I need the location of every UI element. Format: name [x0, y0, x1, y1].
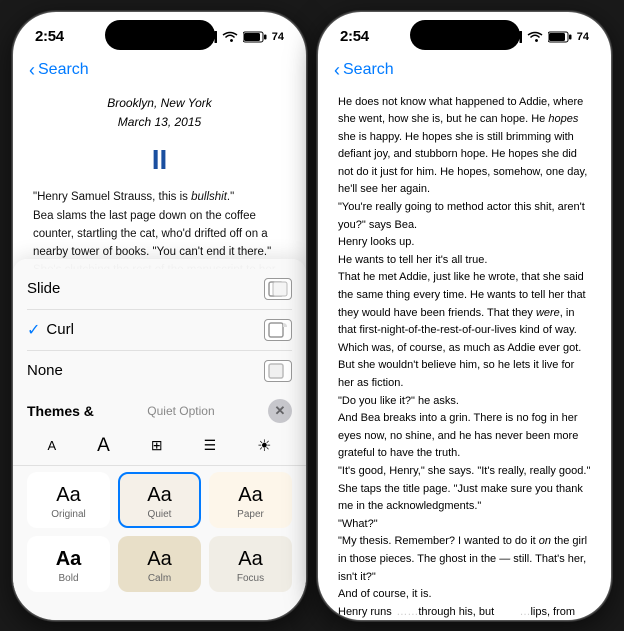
theme-original-name: Original	[51, 509, 85, 520]
right-para-10: "My thesis. Remember? I wanted to do it …	[338, 533, 591, 586]
quiet-options-label: Quiet Option	[147, 404, 214, 418]
theme-bold-button[interactable]: Aa Bold	[27, 536, 110, 592]
wifi-icon-right	[527, 31, 543, 43]
wifi-icon	[222, 31, 238, 43]
right-para-7: And Bea breaks into a grin. There is no …	[338, 410, 591, 463]
nav-bar-left: ‹ Search	[13, 52, 306, 88]
theme-quiet-name: Quiet	[148, 509, 172, 520]
themes-title: Themes &	[27, 403, 94, 419]
book-para-0: "Henry Samuel Strauss, this is bullshit.…	[33, 189, 286, 207]
themes-header: Themes & Quiet Option ✕	[13, 391, 306, 427]
theme-original-label: Aa	[56, 484, 80, 507]
theme-quiet-button[interactable]: Aa Quiet	[118, 472, 201, 528]
bottom-overlay: Slide ✓ Curl	[13, 259, 306, 620]
right-para-2: Henry looks up.	[338, 234, 591, 252]
none-icon	[264, 360, 292, 382]
book-content-right: He does not know what happened to Addie,…	[318, 88, 611, 621]
book-header: Brooklyn, New York March 13, 2015	[33, 94, 286, 132]
format-toolbar: A A ⊞ ☰ ☀	[13, 427, 306, 466]
font-decrease-button[interactable]: A	[42, 436, 63, 455]
right-phone: 2:54 74	[317, 11, 612, 621]
back-label-left: Search	[38, 61, 89, 79]
right-para-6: "Do you like it?" he asks.	[338, 393, 591, 411]
layout-button[interactable]: ☰	[198, 435, 223, 456]
theme-calm-button[interactable]: Aa Calm	[118, 536, 201, 592]
dynamic-island-right	[410, 20, 520, 50]
font-family-button[interactable]: ⊞	[145, 435, 169, 456]
back-label-right: Search	[343, 61, 394, 79]
battery-icon	[243, 31, 267, 43]
right-para-3: He wants to tell her it's all true.	[338, 252, 591, 270]
transition-none[interactable]: None	[27, 351, 292, 391]
back-button-right[interactable]: ‹ Search	[334, 61, 394, 79]
phones-container: 2:54	[12, 11, 612, 621]
nav-bar-right: ‹ Search	[318, 52, 611, 88]
theme-original-button[interactable]: Aa Original	[27, 472, 110, 528]
right-para-0: He does not know what happened to Addie,…	[338, 94, 591, 200]
theme-paper-button[interactable]: Aa Paper	[209, 472, 292, 528]
transition-options: Slide ✓ Curl	[13, 269, 306, 391]
transition-slide[interactable]: Slide	[27, 269, 292, 310]
back-chevron-left: ‹	[29, 61, 35, 79]
right-para-4: That he met Addie, just like he wrote, t…	[338, 269, 591, 357]
book-header-line1: Brooklyn, New York	[33, 94, 286, 113]
font-increase-button[interactable]: A	[91, 433, 116, 459]
battery-pct: 74	[272, 31, 284, 43]
back-chevron-right: ‹	[334, 61, 340, 79]
theme-focus-label: Aa	[238, 548, 262, 571]
slide-icon	[264, 278, 292, 300]
right-para-8: "It's good, Henry," she says. "It's real…	[338, 463, 591, 516]
theme-bold-name: Bold	[58, 573, 78, 584]
close-button[interactable]: ✕	[268, 399, 292, 423]
back-button-left[interactable]: ‹ Search	[29, 61, 89, 79]
curl-label: Curl	[46, 321, 74, 338]
theme-quiet-label: Aa	[147, 484, 171, 507]
status-time-right: 2:54	[340, 28, 369, 45]
right-para-1: "You're really going to method actor thi…	[338, 199, 591, 234]
none-preview-icon	[268, 363, 288, 379]
battery-pct-right: 74	[577, 31, 589, 43]
right-para-5: But she wouldn't believe him, so he lets…	[338, 357, 591, 392]
slide-label: Slide	[27, 280, 60, 297]
theme-calm-name: Calm	[148, 573, 171, 584]
transition-curl[interactable]: ✓ Curl	[27, 310, 292, 351]
chapter-number: II	[33, 138, 286, 183]
curl-preview-icon	[268, 322, 288, 338]
theme-focus-name: Focus	[237, 573, 264, 584]
themes-grid: Aa Original Aa Quiet Aa Paper Aa Bold	[13, 472, 306, 600]
status-time-left: 2:54	[35, 28, 64, 45]
curl-icon	[264, 319, 292, 341]
theme-paper-label: Aa	[238, 484, 262, 507]
none-label: None	[27, 362, 63, 379]
battery-icon-right	[548, 31, 572, 43]
right-para-12: Henry runs his h…… through his, but reli…	[338, 604, 591, 621]
theme-calm-label: Aa	[147, 548, 171, 571]
slide-preview-icon	[268, 281, 288, 297]
brightness-button[interactable]: ☀	[251, 434, 277, 458]
right-para-9: "What?"	[338, 516, 591, 534]
theme-paper-name: Paper	[237, 509, 264, 520]
theme-focus-button[interactable]: Aa Focus	[209, 536, 292, 592]
right-para-11: And of course, it is.	[338, 586, 591, 604]
themes-section: Themes & Quiet Option ✕ A A ⊞ ☰ ☀ Aa Ori…	[13, 391, 306, 600]
theme-bold-label: Aa	[56, 548, 82, 571]
book-header-line2: March 13, 2015	[33, 113, 286, 132]
left-phone: 2:54	[12, 11, 307, 621]
dynamic-island	[105, 20, 215, 50]
curl-check: ✓	[27, 320, 40, 340]
